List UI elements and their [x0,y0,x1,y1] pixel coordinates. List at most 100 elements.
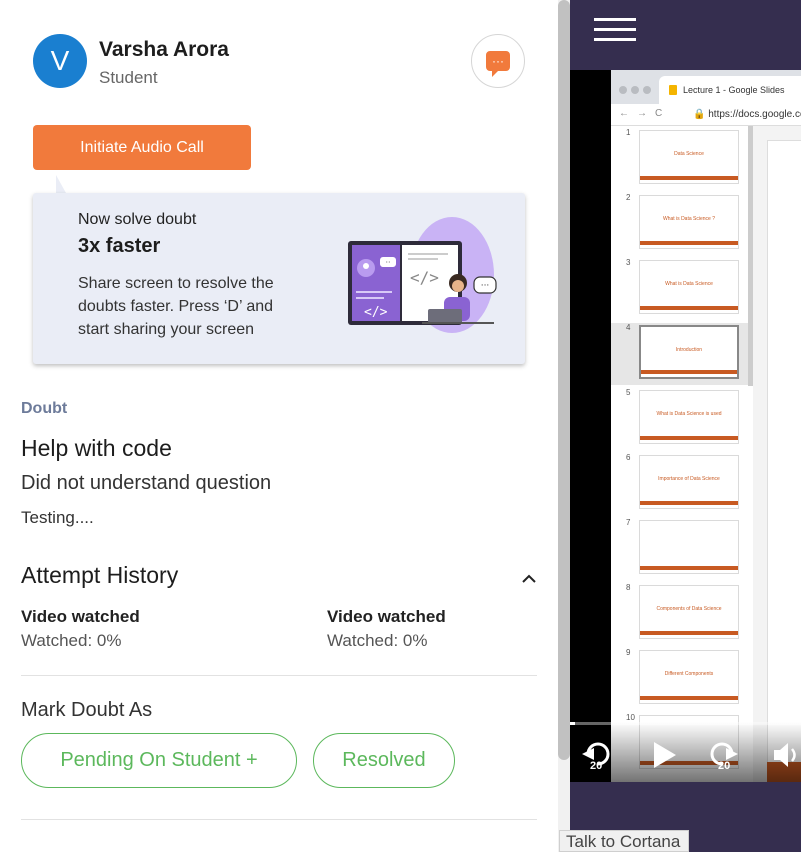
slide-bar [640,306,738,310]
mark-doubt-title: Mark Doubt As [21,699,153,721]
slide-card: Importance of Data Science [639,455,739,509]
browser-nav-icons: ←→C [619,108,671,119]
slide-bar [640,566,738,570]
tip-body: Share screen to resolve the doubts faste… [78,275,274,338]
google-slides-icon [669,85,677,95]
slide-title: What is Data Science [665,281,713,287]
slide-card: What is Data Science is used [639,390,739,444]
resolved-button[interactable]: Resolved [313,733,455,788]
svg-text:</>: </> [364,305,388,320]
play-icon[interactable] [650,740,678,770]
attempt-history-title: Attempt History [21,562,179,588]
browser-address-bar: ←→C 🔒 https://docs.google.co [611,104,801,126]
tooltip-caret [56,175,66,193]
slide-thumbnail: 2 What is Data Science ? [611,193,751,255]
doubt-section-label: Doubt [21,400,68,417]
slide-number: 8 [626,583,631,592]
attempt-item-title: Video watched [327,607,446,626]
chevron-up-icon[interactable] [519,571,539,587]
slide-title: Importance of Data Science [658,476,720,482]
tip-heading-line2: 3x faster [78,235,161,257]
slide-thumbnail: 4 Introduction [611,323,751,385]
scrollbar-thumb[interactable] [558,0,570,760]
slide-number: 3 [626,258,631,267]
user-role: Student [99,68,158,87]
slide-thumbnail: 9 Different Components [611,648,751,710]
slide-title: Data Science [674,151,704,157]
slide-card: What is Data Science ? [639,195,739,249]
svg-text:···: ··· [481,281,490,291]
slide-card: Components of Data Science [639,585,739,639]
pending-on-student-button[interactable]: Pending On Student + [21,733,297,788]
avatar: V [33,34,87,88]
doubt-subtitle: Did not understand question [21,472,272,494]
window-controls [619,81,655,99]
slide-number: 9 [626,648,631,657]
browser-tab: Lecture 1 - Google Slides [659,76,801,104]
hamburger-menu-icon[interactable] [594,18,636,42]
slide-title: Different Components [664,671,714,677]
forward-seconds: 20 [718,760,731,772]
slide-thumbnail: 6 Importance of Data Science [611,453,751,515]
doubt-details-panel: V Varsha Arora Student ··· Initiate Audi… [0,0,558,852]
slide-number: 4 [626,323,631,332]
slide-thumbnail: 7 [611,518,751,580]
rewind-seconds: 20 [590,760,603,772]
slide-thumbnails: 1 Data Science 2 What is Data Science ? 3 Wha… [611,126,751,782]
slide-card: Different Components [639,650,739,704]
initiate-audio-call-button[interactable]: Initiate Audio Call [33,125,251,170]
slide-card: What is Data Science [639,260,739,314]
svg-text:··: ·· [385,258,390,267]
doubt-description: Testing.... [21,508,94,527]
slide-card: Introduction [639,325,739,379]
cortana-search-box[interactable]: Talk to Cortana [559,830,689,852]
slide-title: What is Data Science ? [663,216,715,222]
screen-share-illustration: ·· </> </> ··· [348,217,497,333]
slide-title: Introduction [675,347,703,353]
divider [21,675,537,676]
screen-share-panel: Lecture 1 - Google Slides ←→C 🔒 https://… [570,0,801,852]
slide-title: Components of Data Science [656,606,722,612]
slide-number: 6 [626,453,631,462]
browser-tab-bar: Lecture 1 - Google Slides [611,70,801,104]
slide-bar [640,436,738,440]
volume-icon[interactable] [770,740,801,770]
slide-thumbnail: 5 What is Data Science is used [611,388,751,450]
slide-bar [640,631,738,635]
slide-canvas [753,126,801,782]
chat-button[interactable]: ··· [471,34,525,88]
divider [21,819,537,820]
slide-bar [640,696,738,700]
slide-thumbnail: 3 What is Data Science [611,258,751,320]
attempt-item-value: Watched: 0% [327,631,428,650]
slide-bar [640,241,738,245]
browser-url: 🔒 https://docs.google.co [693,109,801,120]
slide-page [767,140,801,780]
doubt-title: Help with code [21,435,172,461]
panel-scrollbar[interactable] [558,0,570,852]
slide-number: 5 [626,388,631,397]
slide-card: Data Science [639,130,739,184]
slide-number: 10 [626,713,635,722]
shared-browser-window: Lecture 1 - Google Slides ←→C 🔒 https://… [611,70,801,782]
slide-number: 2 [626,193,631,202]
slide-bar [641,370,737,374]
slide-thumbnail: 1 Data Science [611,128,751,190]
chat-bubble-icon: ··· [486,51,510,77]
video-progress-fill [570,722,575,725]
slide-thumbnail: 8 Components of Data Science [611,583,751,645]
slide-number: 7 [626,518,631,527]
video-progress-bar[interactable] [570,722,801,725]
slide-bar [640,501,738,505]
attempt-item-value: Watched: 0% [21,631,122,650]
tip-heading-line1: Now solve doubt [78,211,197,228]
slide-title: What is Data Science is used [656,411,722,417]
slide-card [639,520,739,574]
slide-bar [640,176,738,180]
svg-text:</>: </> [410,268,439,287]
user-name: Varsha Arora [99,38,229,61]
browser-tab-title: Lecture 1 - Google Slides [683,85,785,95]
shared-screen-video: Lecture 1 - Google Slides ←→C 🔒 https://… [570,70,801,782]
slide-number: 1 [626,128,631,137]
attempt-item-title: Video watched [21,607,140,626]
